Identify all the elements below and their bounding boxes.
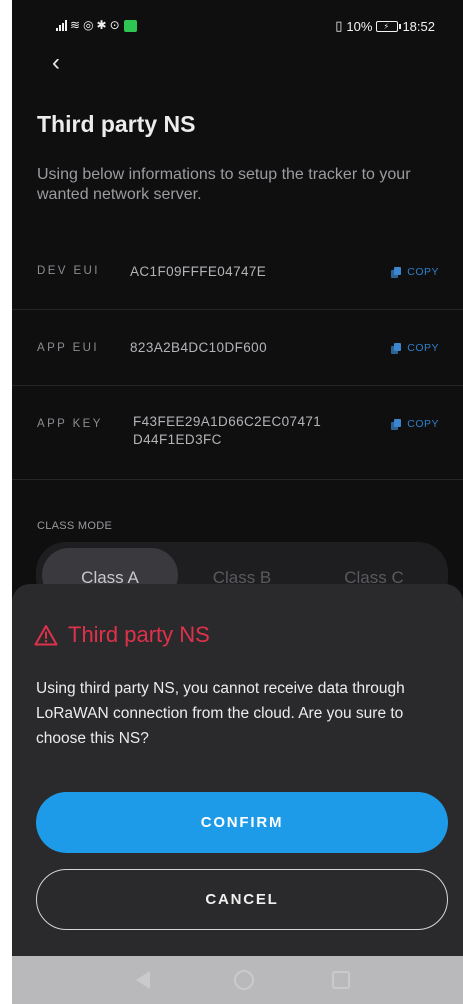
dev-eui-value: AC1F09FFFE04747E (130, 264, 267, 279)
warning-triangle-icon (34, 625, 58, 646)
app-notification-icon (123, 19, 137, 32)
app-key-copy-button[interactable]: COPY (391, 418, 439, 430)
app-key-row: APP KEY F43FEE29A1D66C2EC07471 D44F1ED3F… (12, 386, 463, 480)
hotspot-icon: ◎ (83, 18, 94, 32)
dev-eui-label: DEV EUI (37, 265, 100, 277)
page-description: Using below informations to setup the tr… (37, 166, 411, 203)
dev-eui-copy-button[interactable]: COPY (391, 266, 439, 278)
app-eui-row: APP EUI 823A2B4DC10DF600 COPY (12, 310, 463, 386)
app-key-label: APP KEY (37, 418, 103, 430)
cancel-button[interactable]: CANCEL (36, 869, 448, 930)
copy-icon (391, 266, 402, 278)
nav-recents-icon[interactable] (332, 971, 350, 989)
copy-label: COPY (407, 266, 439, 278)
battery-percent: 10% (346, 18, 373, 34)
location-icon: ⊙ (109, 18, 120, 32)
vibrate-icon: ▯ (335, 18, 343, 33)
nav-back-icon[interactable] (136, 971, 150, 989)
confirm-button[interactable]: CONFIRM (36, 792, 448, 853)
dialog-title-row: Third party NS (34, 622, 210, 648)
dialog-title: Third party NS (68, 622, 210, 647)
class-mode-label: CLASS MODE (37, 520, 113, 532)
chevron-left-icon[interactable]: ‹ (52, 50, 76, 78)
system-nav-bar (12, 956, 463, 1004)
screen: ≋ ◎ ✱ ⊙ ▯ 10% ⚡ 18:52 ‹ Third party NS U… (12, 0, 463, 1004)
copy-label: COPY (407, 342, 439, 354)
app-eui-value: 823A2B4DC10DF600 (130, 340, 267, 355)
app-key-value: F43FEE29A1D66C2EC07471 D44F1ED3FC (133, 414, 322, 447)
confirmation-sheet: Third party NS Using third party NS, you… (12, 584, 463, 956)
wifi-icon: ≋ (70, 18, 81, 32)
dialog-message: Using third party NS, you cannot receive… (36, 680, 405, 747)
battery-charging-icon: ⚡ (376, 20, 402, 32)
status-icons-left: ≋ ◎ ✱ ⊙ (56, 19, 137, 32)
nav-home-icon[interactable] (234, 970, 254, 990)
app-eui-label: APP EUI (37, 342, 99, 354)
copy-icon (391, 342, 402, 354)
signal-icon (56, 20, 67, 31)
dev-eui-row: DEV EUI AC1F09FFFE04747E COPY (12, 234, 463, 310)
bluetooth-icon: ✱ (96, 18, 107, 32)
page-title: Third party NS (37, 111, 196, 137)
status-icons-right: ▯ 10% ⚡ 18:52 (335, 18, 435, 34)
copy-label: COPY (407, 418, 439, 430)
copy-icon (391, 418, 402, 430)
status-bar: ≋ ◎ ✱ ⊙ ▯ 10% ⚡ 18:52 (12, 0, 463, 50)
status-time: 18:52 (402, 18, 435, 34)
app-eui-copy-button[interactable]: COPY (391, 342, 439, 354)
